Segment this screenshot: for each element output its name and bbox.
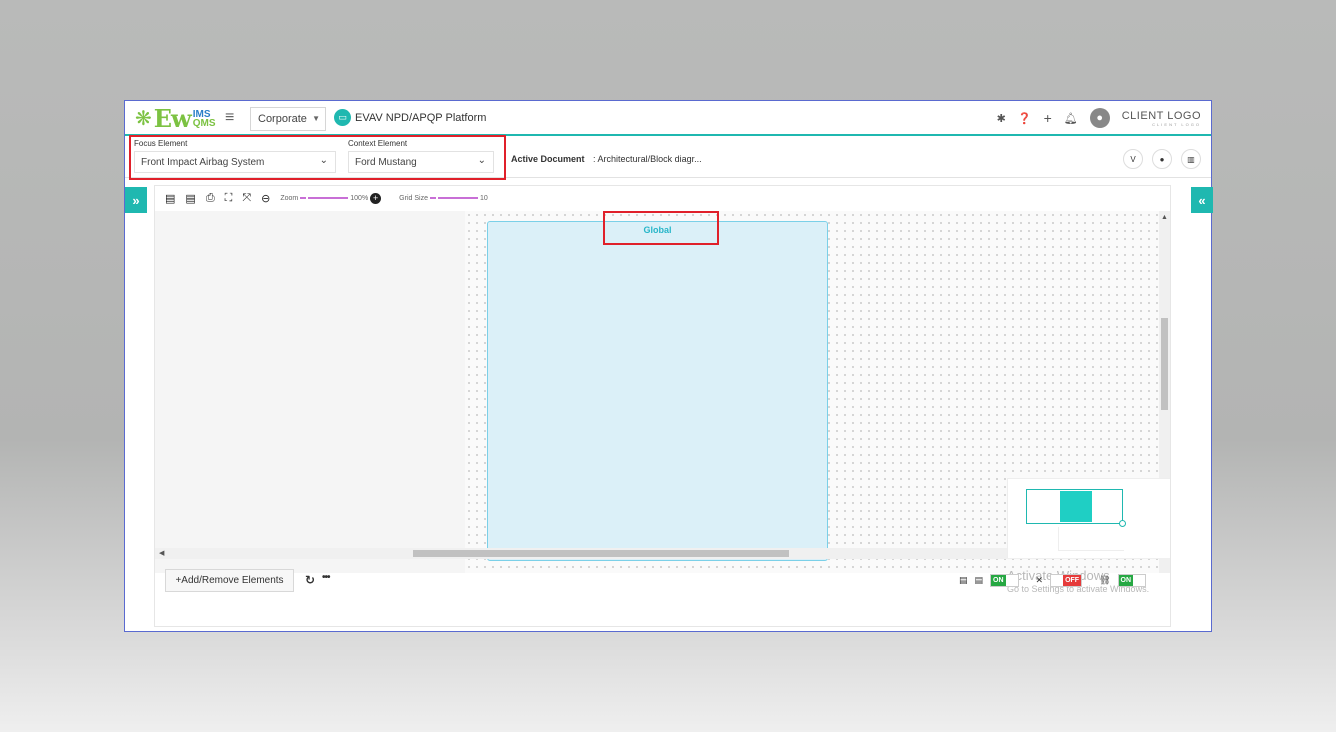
grid-size-label: Grid Size <box>399 194 428 202</box>
toggle-three-off-slot <box>1133 575 1146 586</box>
organization-select-value: Corporate <box>258 113 307 125</box>
context-element-value: Ford Mustang <box>355 156 417 168</box>
platform-title: ▭ EVAV NPD/APQP Platform <box>334 109 486 126</box>
toggle-one-off-slot <box>1005 575 1018 586</box>
zoom-out-icon[interactable]: ⊖ <box>261 192 270 205</box>
export-image-icon[interactable]: ▤ <box>185 192 195 205</box>
bell-icon[interactable]: 🔔︎ <box>1064 112 1078 125</box>
grid-slider-handle[interactable] <box>429 197 436 199</box>
toggle-two-on-slot <box>1051 575 1064 586</box>
top-header: ❋ Ew IMS QMS ≡ Corporate ▼ ▭ EVAV NPD/AP… <box>125 101 1211 136</box>
chevron-down-icon: ⌄ <box>319 155 328 166</box>
zoom-slider-handle[interactable] <box>300 197 307 199</box>
caret-down-icon: ▼ <box>312 114 320 123</box>
toggle-two-off: OFF <box>1063 575 1082 586</box>
context-actions: V ● ▥ <box>1123 149 1201 169</box>
add-remove-elements-button[interactable]: +Add/Remove Elements <box>165 569 294 592</box>
vertical-scroll-thumb[interactable] <box>1161 318 1168 410</box>
chart-icon[interactable]: ▥ <box>1181 149 1201 169</box>
platform-title-text: EVAV NPD/APQP Platform <box>355 111 487 124</box>
organization-select[interactable]: Corporate ▼ <box>250 107 326 131</box>
toggle-two[interactable]: OFF <box>1050 574 1083 587</box>
logo-text: Ew <box>153 104 192 133</box>
grid-size-value: 10 <box>479 194 488 202</box>
monitor-icon: ▭ <box>334 109 351 126</box>
bottom-toggles: ▤ ▤ ON ✕ OFF ⛓ ON <box>959 574 1147 587</box>
grid-slider-track[interactable] <box>437 197 478 199</box>
zoom-value: 100% <box>350 194 369 202</box>
toggle-one[interactable]: ON <box>990 574 1019 587</box>
gear-icon[interactable]: ✱ <box>997 112 1006 125</box>
help-icon[interactable]: ❓ <box>1018 112 1032 125</box>
canvas-toolbar: ▤ ▤ ⎙ ⛶ ⤧ ⊖ Zoom 100% + Grid Size 10 <box>155 186 1170 210</box>
drop-icon[interactable]: ● <box>1152 149 1172 169</box>
link-icon[interactable]: ⛓ <box>1099 575 1110 586</box>
focus-element-label: Focus Element <box>134 139 188 148</box>
app-window: ❋ Ew IMS QMS ≡ Corporate ▼ ▭ EVAV NPD/AP… <box>124 100 1213 632</box>
chevron-down-icon: ⌄ <box>477 155 486 166</box>
hamburger-menu-icon[interactable]: ≡ <box>225 109 234 127</box>
active-document-label: Active Document <box>511 154 585 164</box>
minimap-divider <box>1058 527 1124 551</box>
zoom-label: Zoom <box>280 194 299 202</box>
client-logo-text: CLIENT LOGO <box>1121 109 1201 122</box>
minimap-frame[interactable] <box>1026 489 1123 524</box>
minimap-viewport[interactable] <box>1060 491 1092 522</box>
global-title[interactable]: Global <box>488 225 827 235</box>
refresh-icon[interactable]: ↻ <box>305 573 315 587</box>
global-container[interactable]: Global <box>487 221 828 561</box>
logo-stack: IMS QMS <box>192 109 216 129</box>
scroll-up-icon[interactable]: ▲ <box>1161 214 1168 221</box>
toggle-three[interactable]: ON <box>1117 574 1147 587</box>
print-icon[interactable]: ⎙ <box>206 192 215 205</box>
bottom-bar: +Add/Remove Elements ↻ ••• Activate Wind… <box>155 560 1170 626</box>
document-icon[interactable]: ▤ <box>959 575 968 586</box>
toggle-three-on: ON <box>1118 575 1134 586</box>
fullscreen-icon[interactable]: ⤧ <box>242 192 251 205</box>
context-element-label: Context Element <box>348 139 408 148</box>
zoom-slider-track[interactable] <box>308 197 349 199</box>
diagram-workspace: ▤ ▤ ⎙ ⛶ ⤧ ⊖ Zoom 100% + Grid Size 10 Glo… <box>154 185 1171 627</box>
logo-qms: QMS <box>192 117 216 129</box>
zoom-in-icon[interactable]: + <box>370 192 382 204</box>
expand-right-panel-icon[interactable]: « <box>1191 187 1213 213</box>
active-document-value: : Architectural/Block diagr... <box>593 154 702 164</box>
minimap-resize-handle[interactable] <box>1119 520 1126 527</box>
user-avatar[interactable]: ● <box>1089 108 1110 128</box>
version-icon[interactable]: V <box>1123 149 1143 169</box>
overview-minimap[interactable] <box>1007 478 1170 558</box>
active-document: Active Document : Architectural/Block di… <box>511 154 702 164</box>
ewqms-logo[interactable]: ❋ Ew IMS QMS <box>135 104 216 133</box>
focus-element-select[interactable]: Front Impact Airbag System ⌄ <box>134 151 336 173</box>
document-alt-icon[interactable]: ▤ <box>975 575 984 586</box>
export-pdf-icon[interactable]: ▤ <box>165 192 175 205</box>
flower-logo-icon: ❋ <box>135 107 152 130</box>
context-bar: Focus Element Front Impact Airbag System… <box>125 138 1211 178</box>
plus-icon[interactable]: + <box>1044 110 1052 126</box>
expand-left-panel-icon[interactable]: » <box>125 187 147 213</box>
zoom-slider[interactable]: Zoom 100% + <box>280 192 382 204</box>
toggle-one-on: ON <box>991 575 1006 586</box>
header-actions: ✱ ❓ + 🔔︎ ● CLIENT LOGO CLIENT LOGO <box>997 108 1201 128</box>
fit-screen-icon[interactable]: ⛶ <box>225 192 233 205</box>
horizontal-scroll-thumb[interactable] <box>413 550 789 557</box>
grid-size-slider[interactable]: Grid Size 10 <box>399 195 488 202</box>
client-logo: CLIENT LOGO CLIENT LOGO <box>1122 110 1201 127</box>
more-options-icon[interactable]: ••• <box>322 572 330 583</box>
context-element-select[interactable]: Ford Mustang ⌄ <box>348 151 494 173</box>
client-logo-subtext: CLIENT LOGO <box>1152 121 1201 127</box>
scroll-left-icon[interactable]: ◀ <box>159 549 164 557</box>
focus-element-value: Front Impact Airbag System <box>141 156 265 168</box>
cross-arrows-icon[interactable]: ✕ <box>1036 575 1044 586</box>
